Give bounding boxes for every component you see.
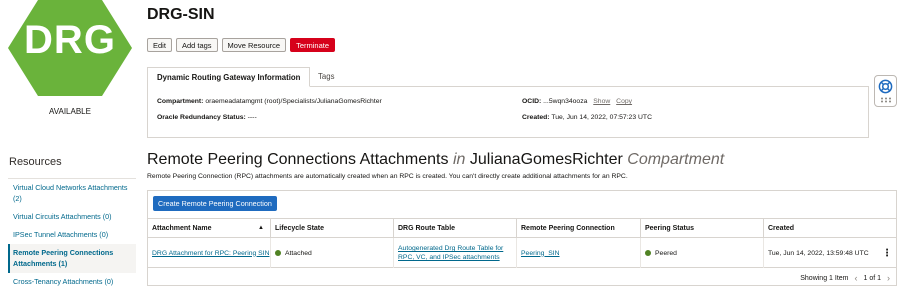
resources-list: Virtual Cloud Networks Attachments (2) V…: [8, 178, 136, 291]
showing-count: Showing 1 Item: [800, 274, 849, 282]
cell-remote-peering-connection: Peering_SIN: [517, 238, 641, 268]
page-title: DRG-SIN: [147, 6, 215, 23]
terminate-button[interactable]: Terminate: [290, 38, 336, 52]
page-indicator: 1 of 1: [863, 274, 881, 282]
status-dot-icon: [275, 250, 281, 256]
info-tabs: Dynamic Routing Gateway Information Tags: [147, 67, 869, 87]
add-tags-button[interactable]: Add tags: [175, 38, 218, 52]
kebab-menu-icon[interactable]: ⋮: [882, 248, 892, 259]
sidebar-item-cross-tenancy-attachments[interactable]: Cross-Tenancy Attachments (0): [8, 273, 136, 291]
column-header-drg-route-table: DRG Route Table: [394, 219, 517, 239]
action-bar: Edit Add tags Move Resource Terminate: [147, 38, 336, 52]
section-title-main: Remote Peering Connections Attachments: [147, 151, 449, 168]
table-row: DRG Attachment for RPC: Peering SIN Atta…: [148, 238, 896, 268]
resource-badge: DRG: [8, 0, 132, 96]
create-rpc-button[interactable]: Create Remote Peering Connection: [153, 196, 277, 211]
move-resource-button[interactable]: Move Resource: [221, 38, 287, 52]
redundancy-value: ----: [247, 114, 257, 121]
sidebar-item-ipsec-attachments[interactable]: IPSec Tunnel Attachments (0): [8, 226, 136, 244]
column-header-remote-peering-connection: Remote Peering Connection: [517, 219, 641, 239]
column-header-label: Attachment Name: [152, 225, 212, 232]
edit-button[interactable]: Edit: [147, 38, 172, 52]
created-text: Tue, Jun 14, 2022, 13:59:48 UTC: [768, 249, 869, 257]
attachment-name-link[interactable]: DRG Attachment for RPC: Peering SIN: [152, 249, 269, 258]
rpc-link[interactable]: Peering_SIN: [521, 249, 560, 258]
cell-peering-status: Peered: [641, 238, 764, 268]
prev-page-icon[interactable]: ‹: [854, 273, 857, 283]
lifebuoy-icon: [878, 79, 893, 94]
redundancy-label: Oracle Redundancy Status:: [157, 114, 246, 121]
badge-text: DRG: [24, 18, 116, 62]
ocid-value: ...5wqn34ooza: [543, 98, 588, 105]
peering-status-text: Peered: [655, 249, 677, 257]
section-description: Remote Peering Connection (RPC) attachme…: [147, 173, 628, 180]
help-widget[interactable]: [874, 75, 897, 107]
section-title: Remote Peering Connections Attachments i…: [147, 151, 724, 169]
cell-drg-route-table: Autogenerated Drg Route Table for RPC, V…: [394, 238, 517, 268]
section-title-compartment: JulianaGomesRichter: [469, 151, 623, 168]
attachments-table-card: Create Remote Peering Connection Attachm…: [147, 190, 897, 286]
status-label: AVAILABLE: [49, 107, 91, 116]
compartment-value: oraemeadatamgmt (root)/Specialists/Julia…: [205, 98, 382, 105]
created-row: Created: Tue, Jun 14, 2022, 07:57:23 UTC: [522, 114, 652, 121]
ocid-show-link[interactable]: Show: [593, 98, 610, 105]
column-header-peering-status: Peering Status: [641, 219, 764, 239]
tab-drg-information[interactable]: Dynamic Routing Gateway Information: [147, 67, 311, 87]
ocid-label: OCID:: [522, 98, 542, 105]
resources-title: Resources: [9, 156, 62, 168]
cell-lifecycle-state: Attached: [271, 238, 394, 268]
info-panel: Compartment: oraemeadatamgmt (root)/Spec…: [147, 86, 869, 138]
section-title-suffix: Compartment: [627, 151, 725, 168]
redundancy-row: Oracle Redundancy Status: ----: [157, 114, 257, 121]
table-header: Attachment Name ▲ Lifecycle State DRG Ro…: [148, 218, 896, 239]
next-page-icon[interactable]: ›: [887, 273, 890, 283]
column-header-created: Created: [768, 225, 795, 232]
created-value: Tue, Jun 14, 2022, 07:57:23 UTC: [551, 114, 652, 121]
ocid-copy-link[interactable]: Copy: [616, 98, 632, 105]
ocid-row: OCID: ...5wqn34ooza Show Copy: [522, 98, 632, 105]
lifecycle-state-text: Attached: [285, 249, 312, 257]
cell-created: Tue, Jun 14, 2022, 13:59:48 UTC ⋮: [764, 238, 896, 268]
sort-up-icon: ▲: [258, 225, 264, 231]
route-table-link[interactable]: Autogenerated Drg Route Table for RPC, V…: [398, 244, 516, 262]
compartment-row: Compartment: oraemeadatamgmt (root)/Spec…: [157, 98, 382, 105]
grid-dots-icon: [880, 97, 891, 103]
status-dot-icon: [645, 250, 651, 256]
sidebar-item-virtual-circuit-attachments[interactable]: Virtual Circuits Attachments (0): [8, 208, 136, 226]
column-header-attachment-name[interactable]: Attachment Name ▲: [148, 219, 271, 239]
section-title-in: in: [452, 151, 466, 168]
tab-tags[interactable]: Tags: [309, 67, 343, 87]
sidebar-item-vcn-attachments[interactable]: Virtual Cloud Networks Attachments (2): [8, 179, 136, 208]
created-label: Created:: [522, 114, 550, 121]
table-footer: Showing 1 Item ‹ 1 of 1 ›: [800, 273, 890, 283]
cell-attachment-name: DRG Attachment for RPC: Peering SIN: [148, 238, 271, 268]
column-header-lifecycle-state: Lifecycle State: [271, 219, 394, 239]
sidebar-item-rpc-attachments[interactable]: Remote Peering Connections Attachments (…: [8, 244, 136, 273]
compartment-label: Compartment:: [157, 98, 204, 105]
